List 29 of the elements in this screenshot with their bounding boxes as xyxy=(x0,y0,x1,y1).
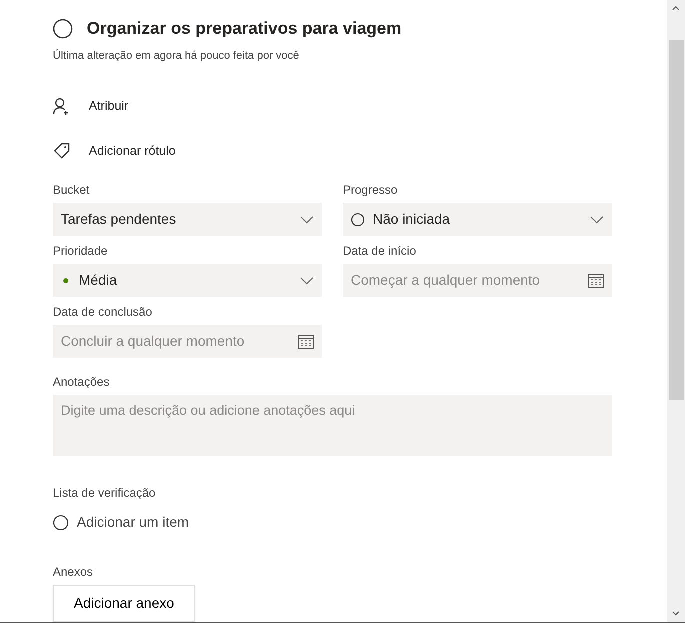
field-label: Prioridade xyxy=(53,243,109,260)
calendar-icon xyxy=(588,273,604,288)
dropdown-field[interactable]: Tarefas pendentes xyxy=(53,203,322,236)
status-circle-icon xyxy=(351,212,365,226)
checklist-circle-icon xyxy=(53,514,69,530)
field-label: Data de início xyxy=(343,243,418,260)
dropdown-field[interactable]: Não iniciada xyxy=(343,203,612,236)
chevron-down-icon xyxy=(300,216,314,224)
field-label: Progresso xyxy=(343,182,399,199)
attachments-label: Anexos xyxy=(53,564,94,581)
tag-icon xyxy=(53,142,71,160)
add-label-link[interactable]: Adicionar rótulo xyxy=(89,142,176,160)
chevron-down-icon xyxy=(300,276,314,284)
notes-label: Anotações xyxy=(53,374,111,391)
scrollbar-thumb[interactable] xyxy=(668,40,684,400)
assign-link[interactable]: Atribuir xyxy=(89,96,129,116)
field-label: Bucket xyxy=(53,182,91,199)
task-title: Organizar os preparativos para viagem xyxy=(87,18,402,40)
checklist-label: Lista de verificação xyxy=(53,485,157,502)
dropdown-field[interactable]: Média xyxy=(53,264,322,297)
field-label: Data de conclusão xyxy=(53,304,154,321)
last-modified-text: Última alteração em agora há pouco feita por você xyxy=(53,48,300,64)
add-attachment-button[interactable]: Adicionar anexo xyxy=(53,585,196,622)
person-add-icon xyxy=(53,97,71,115)
chevron-down-icon xyxy=(590,216,604,224)
scroll-down-icon[interactable] xyxy=(672,611,680,616)
scroll-up-icon[interactable] xyxy=(672,6,680,11)
complete-circle-icon[interactable] xyxy=(53,18,73,39)
calendar-icon xyxy=(298,334,314,349)
